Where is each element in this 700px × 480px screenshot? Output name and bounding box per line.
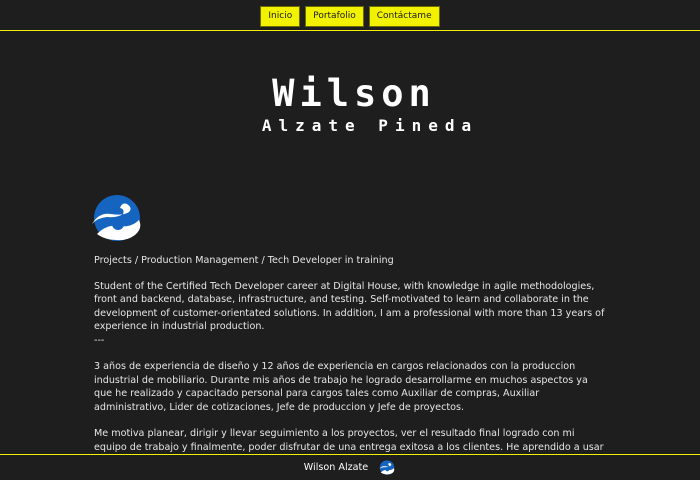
hero-header: Wilson Alzate Pineda bbox=[0, 72, 700, 136]
about-separator: --- bbox=[94, 334, 105, 346]
top-navigation: Inicio Portafolio Contáctame bbox=[0, 0, 700, 31]
profile-tagline: Projects / Production Management / Tech … bbox=[94, 255, 394, 266]
nav-portafolio-button[interactable]: Portafolio bbox=[305, 6, 364, 27]
hero-first-name: Wilson bbox=[272, 72, 436, 115]
page-footer: Wilson Alzate bbox=[0, 454, 700, 480]
about-paragraph-spanish-1: 3 años de experiencia de diseño y 12 año… bbox=[94, 361, 588, 413]
wa-logo-icon bbox=[89, 194, 145, 242]
hero-last-name: Alzate Pineda bbox=[261, 116, 479, 135]
about-paragraph-spanish-2: Me motiva planear, dirigir y llevar segu… bbox=[94, 428, 604, 453]
nav-inicio-button[interactable]: Inicio bbox=[260, 6, 301, 27]
nav-contactame-button[interactable]: Contáctame bbox=[368, 6, 440, 27]
footer-logo-icon bbox=[378, 460, 396, 475]
about-section: Projects / Production Management / Tech … bbox=[94, 254, 608, 467]
footer-name: Wilson Alzate bbox=[303, 462, 369, 473]
about-paragraph-english: Student of the Certified Tech Developer … bbox=[94, 280, 605, 333]
